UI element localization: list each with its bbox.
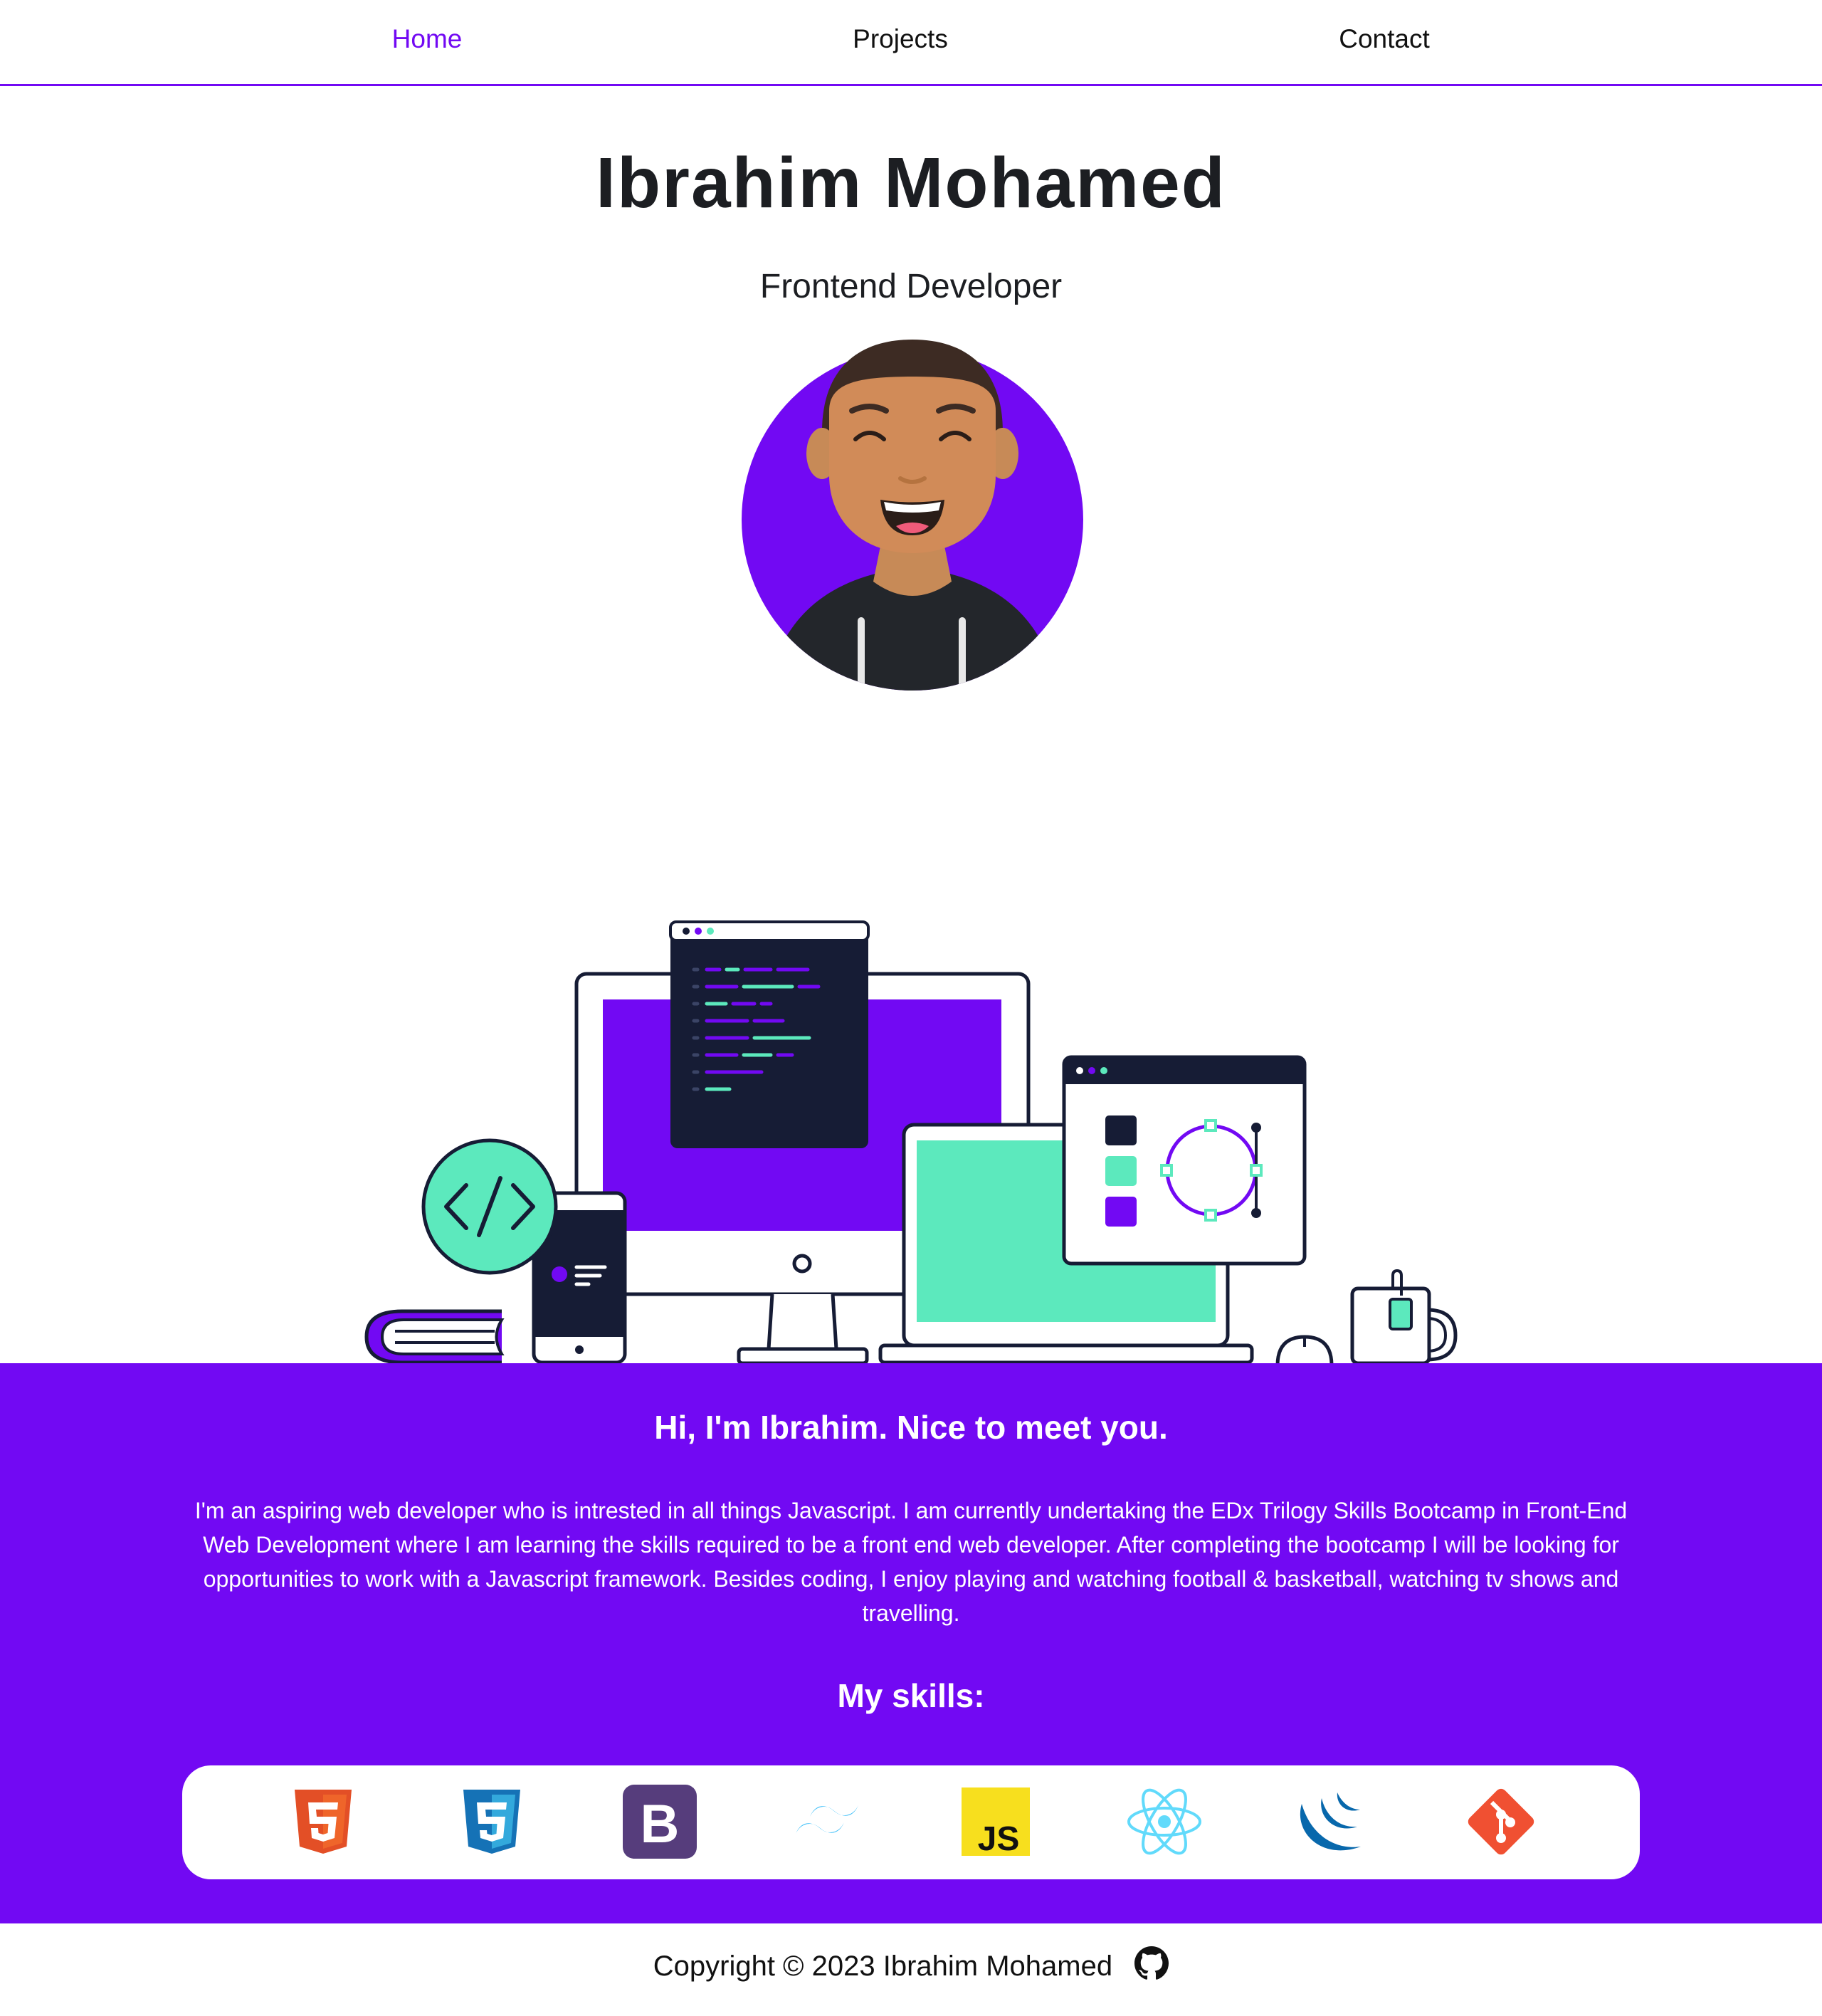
html5-icon	[284, 1783, 362, 1861]
skills-bar: B JS	[182, 1765, 1640, 1879]
github-icon[interactable]	[1134, 1946, 1169, 1980]
hero-name: Ibrahim Mohamed	[596, 143, 1226, 223]
top-navbar: Home Projects Contact	[0, 0, 1822, 86]
avatar	[742, 340, 1083, 691]
tailwind-icon	[789, 1783, 867, 1861]
git-icon	[1462, 1783, 1540, 1861]
bootstrap-icon: B	[621, 1783, 699, 1861]
svg-text:B: B	[641, 1794, 680, 1854]
css3-icon	[453, 1783, 531, 1861]
footer: Copyright © 2023 Ibrahim Mohamed	[0, 1946, 1822, 1985]
workspace-illustration	[364, 920, 1458, 1365]
about-section: Hi, I'm Ibrahim. Nice to meet you. I'm a…	[0, 1363, 1822, 1923]
svg-text:JS: JS	[978, 1820, 1020, 1858]
about-heading: Hi, I'm Ibrahim. Nice to meet you.	[654, 1409, 1168, 1446]
react-icon	[1125, 1783, 1204, 1861]
about-text: I'm an aspiring web developer who is int…	[194, 1498, 1628, 1626]
copyright-text: Copyright © 2023 Ibrahim Mohamed	[653, 1951, 1113, 1982]
skills-heading: My skills:	[837, 1677, 985, 1714]
hero-role: Frontend Developer	[759, 268, 1063, 305]
nav-link-projects[interactable]: Projects	[853, 24, 948, 54]
jquery-icon	[1293, 1783, 1371, 1861]
nav-link-home[interactable]: Home	[392, 24, 463, 54]
nav-link-contact[interactable]: Contact	[1339, 24, 1430, 54]
javascript-icon: JS	[957, 1783, 1035, 1861]
